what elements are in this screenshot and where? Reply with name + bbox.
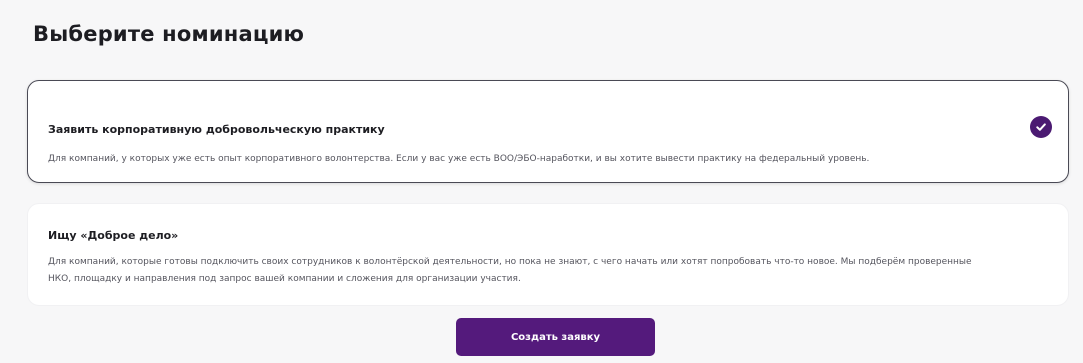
nomination-option-corporate-practice[interactable]: Заявить корпоративную добровольческую пр… <box>27 80 1069 183</box>
nomination-option-description: Для компаний, которые готовы подключить … <box>48 257 972 284</box>
nomination-page: Выберите номинацию Заявить корпоративную… <box>0 0 1083 363</box>
create-application-button[interactable]: Создать заявку <box>456 318 655 356</box>
nomination-option-good-deed[interactable]: Ищу «Доброе дело» Для компаний, которые … <box>27 203 1069 306</box>
nomination-option-title: Заявить корпоративную добровольческую пр… <box>48 123 385 136</box>
page-title: Выберите номинацию <box>33 22 305 46</box>
check-circle-icon <box>1030 116 1052 138</box>
nomination-option-description: Для компаний, у которых уже есть опыт ко… <box>48 154 870 164</box>
nomination-option-title: Ищу «Доброе дело» <box>48 229 179 242</box>
